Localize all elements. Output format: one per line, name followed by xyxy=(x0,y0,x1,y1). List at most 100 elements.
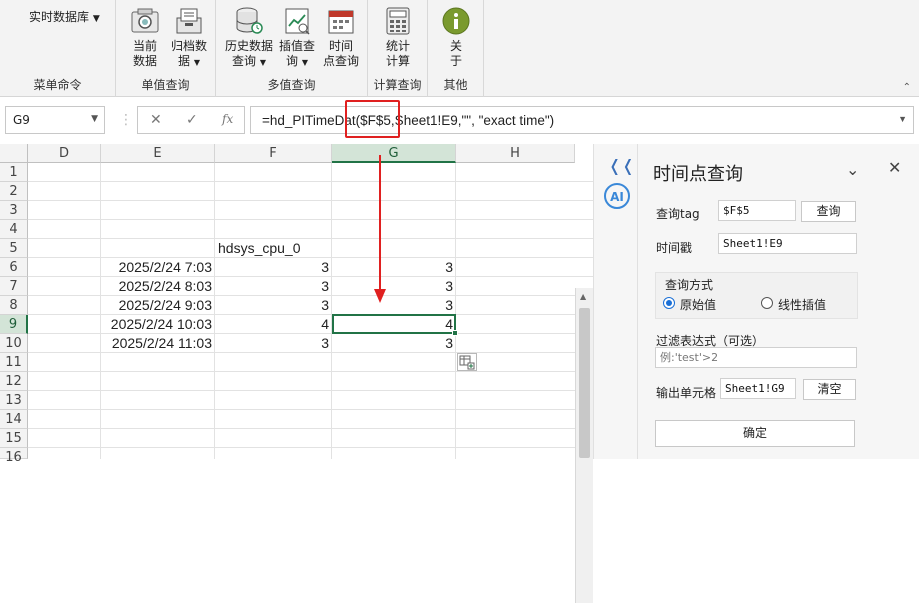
name-box-value: G9 xyxy=(13,113,30,127)
history-query-button[interactable]: 历史数据 查询 ▼ xyxy=(224,6,274,70)
column-header-d[interactable]: D xyxy=(28,144,101,163)
cell-e8[interactable]: 2025/2/24 9:03 xyxy=(101,296,215,315)
selected-cell-outline xyxy=(332,314,456,334)
row-header[interactable]: 1 xyxy=(0,163,28,182)
chevron-down-icon[interactable]: ▼ xyxy=(91,114,98,124)
archive-data-label-1: 归档数 xyxy=(170,39,207,53)
timepoint-query-button[interactable]: 时间 点查询 xyxy=(320,6,362,69)
ribbon-group-label: 多值查询 xyxy=(267,78,316,92)
cell-e9[interactable]: 2025/2/24 10:03 xyxy=(101,315,215,334)
cell-f7[interactable]: 3 xyxy=(215,277,332,296)
cell-e10[interactable]: 2025/2/24 11:03 xyxy=(101,334,215,353)
row-header[interactable]: 16 xyxy=(0,448,28,465)
database-icon xyxy=(236,7,263,34)
archive-data-label-2: 据 ▼ xyxy=(178,54,200,68)
cell-f5[interactable]: hdsys_cpu_0 xyxy=(216,239,331,258)
interpolation-query-label-1: 插值查 xyxy=(278,39,315,53)
fill-handle[interactable] xyxy=(452,330,458,336)
annotation-arrow xyxy=(374,155,386,303)
row-header[interactable]: 11 xyxy=(0,353,28,372)
interpolation-query-button[interactable]: 插值查 询 ▼ xyxy=(276,6,318,70)
ribbon-group-label: 菜单命令 xyxy=(33,78,82,92)
raw-value-radio[interactable] xyxy=(663,297,675,309)
statistics-button[interactable]: 统计 计算 xyxy=(377,6,419,69)
cell-f9[interactable]: 4 xyxy=(215,315,332,334)
about-button[interactable]: 关 于 xyxy=(435,6,477,69)
ai-icon[interactable]: AI xyxy=(603,182,631,210)
row-header[interactable]: 2 xyxy=(0,182,28,201)
archive-data-button[interactable]: 归档数 据 ▼ xyxy=(168,6,210,70)
cell-e6[interactable]: 2025/2/24 7:03 xyxy=(101,258,215,277)
cell-g10[interactable]: 3 xyxy=(332,334,456,353)
filter-input[interactable]: 例:'test'>2 xyxy=(655,347,857,368)
timestamp-input[interactable]: Sheet1!E9 xyxy=(718,233,857,254)
row-header[interactable]: 7 xyxy=(0,277,28,296)
pane-title: 时间点查询 xyxy=(653,164,743,185)
cell-g8[interactable]: 3 xyxy=(332,296,456,315)
row-header[interactable]: 14 xyxy=(0,410,28,429)
quick-analysis-icon[interactable] xyxy=(457,353,477,371)
output-cell-input[interactable]: Sheet1!G9 xyxy=(720,378,796,399)
column-header-g[interactable]: G xyxy=(332,144,456,163)
cell-f10[interactable]: 3 xyxy=(215,334,332,353)
ribbon-group-label: 其他 xyxy=(443,78,468,92)
cancel-x-icon[interactable]: ✕ xyxy=(150,112,162,128)
column-header-f[interactable]: F xyxy=(215,144,332,163)
statistics-label-2: 计算 xyxy=(385,54,410,68)
camera-icon xyxy=(131,8,159,33)
row-header[interactable]: 13 xyxy=(0,391,28,410)
annotation-highlight-box xyxy=(345,100,400,138)
cell-f6[interactable]: 3 xyxy=(215,258,332,277)
close-icon[interactable]: ✕ xyxy=(888,158,901,177)
query-button[interactable]: 查询 xyxy=(801,201,856,222)
clear-button[interactable]: 清空 xyxy=(803,379,856,400)
spreadsheet-grid[interactable]: D E F G H 1 2 3 4 5 6 7 8 9 10 11 12 13 … xyxy=(0,144,593,603)
ribbon-collapse-icon[interactable]: ⌃ xyxy=(903,82,911,93)
pane-options-chevron-icon[interactable]: ⌄ xyxy=(846,160,859,179)
row-header[interactable]: 5 xyxy=(0,239,28,258)
row-header[interactable]: 10 xyxy=(0,334,28,353)
vertical-scrollbar[interactable]: ▲ xyxy=(575,288,593,603)
scroll-up-icon[interactable]: ▲ xyxy=(580,292,586,301)
confirm-button[interactable]: 确定 xyxy=(655,420,855,447)
realtime-db-dropdown-label: 实时数据库 xyxy=(29,10,90,24)
tag-input[interactable]: $F$5 xyxy=(718,200,796,221)
table-icon xyxy=(459,355,475,370)
grid-line xyxy=(28,371,593,372)
row-header[interactable]: 15 xyxy=(0,429,28,448)
chevron-down-icon[interactable]: ▼ xyxy=(898,114,907,124)
collapse-double-left-icon[interactable]: ❬❬ xyxy=(608,156,635,175)
column-header-h[interactable]: H xyxy=(456,144,575,163)
column-header-e[interactable]: E xyxy=(101,144,215,163)
realtime-db-dropdown[interactable]: 实时数据库 ▼ xyxy=(29,8,100,25)
fx-insert-function[interactable]: fx xyxy=(222,112,233,126)
grid-line xyxy=(28,390,593,391)
row-header[interactable]: 8 xyxy=(0,296,28,315)
linear-interp-label[interactable]: 线性插值 xyxy=(778,296,826,313)
row-header[interactable]: 6 xyxy=(0,258,28,277)
raw-value-label[interactable]: 原始值 xyxy=(680,296,716,313)
chevron-down-icon: ▼ xyxy=(92,14,100,24)
row-header[interactable]: 3 xyxy=(0,201,28,220)
select-all-corner[interactable] xyxy=(0,144,28,163)
confirm-check-icon[interactable]: ✓ xyxy=(186,112,198,128)
current-data-label-2: 数据 xyxy=(132,54,157,68)
linear-interp-radio[interactable] xyxy=(761,297,773,309)
grid-line xyxy=(28,428,593,429)
row-header[interactable]: 9 xyxy=(0,315,28,334)
cell-g7[interactable]: 3 xyxy=(332,277,456,296)
statistics-label-1: 统计 xyxy=(385,39,410,53)
current-data-button[interactable]: 当前 数据 xyxy=(124,6,166,69)
timepoint-query-label-2: 点查询 xyxy=(322,54,359,68)
cell-f8[interactable]: 3 xyxy=(215,296,332,315)
name-box[interactable]: G9 ▼ xyxy=(5,106,105,134)
ribbon-group-other: 关 于 其他 xyxy=(428,0,484,97)
row-header[interactable]: 4 xyxy=(0,220,28,239)
cell-g6[interactable]: 3 xyxy=(332,258,456,277)
ribbon-group-menu: 实时数据库 ▼ 菜单命令 xyxy=(0,0,116,97)
scroll-thumb[interactable] xyxy=(579,308,590,458)
row-header[interactable]: 12 xyxy=(0,372,28,391)
cell-e7[interactable]: 2025/2/24 8:03 xyxy=(101,277,215,296)
timestamp-label: 时间戳 xyxy=(656,241,693,255)
grid-line xyxy=(28,447,593,448)
